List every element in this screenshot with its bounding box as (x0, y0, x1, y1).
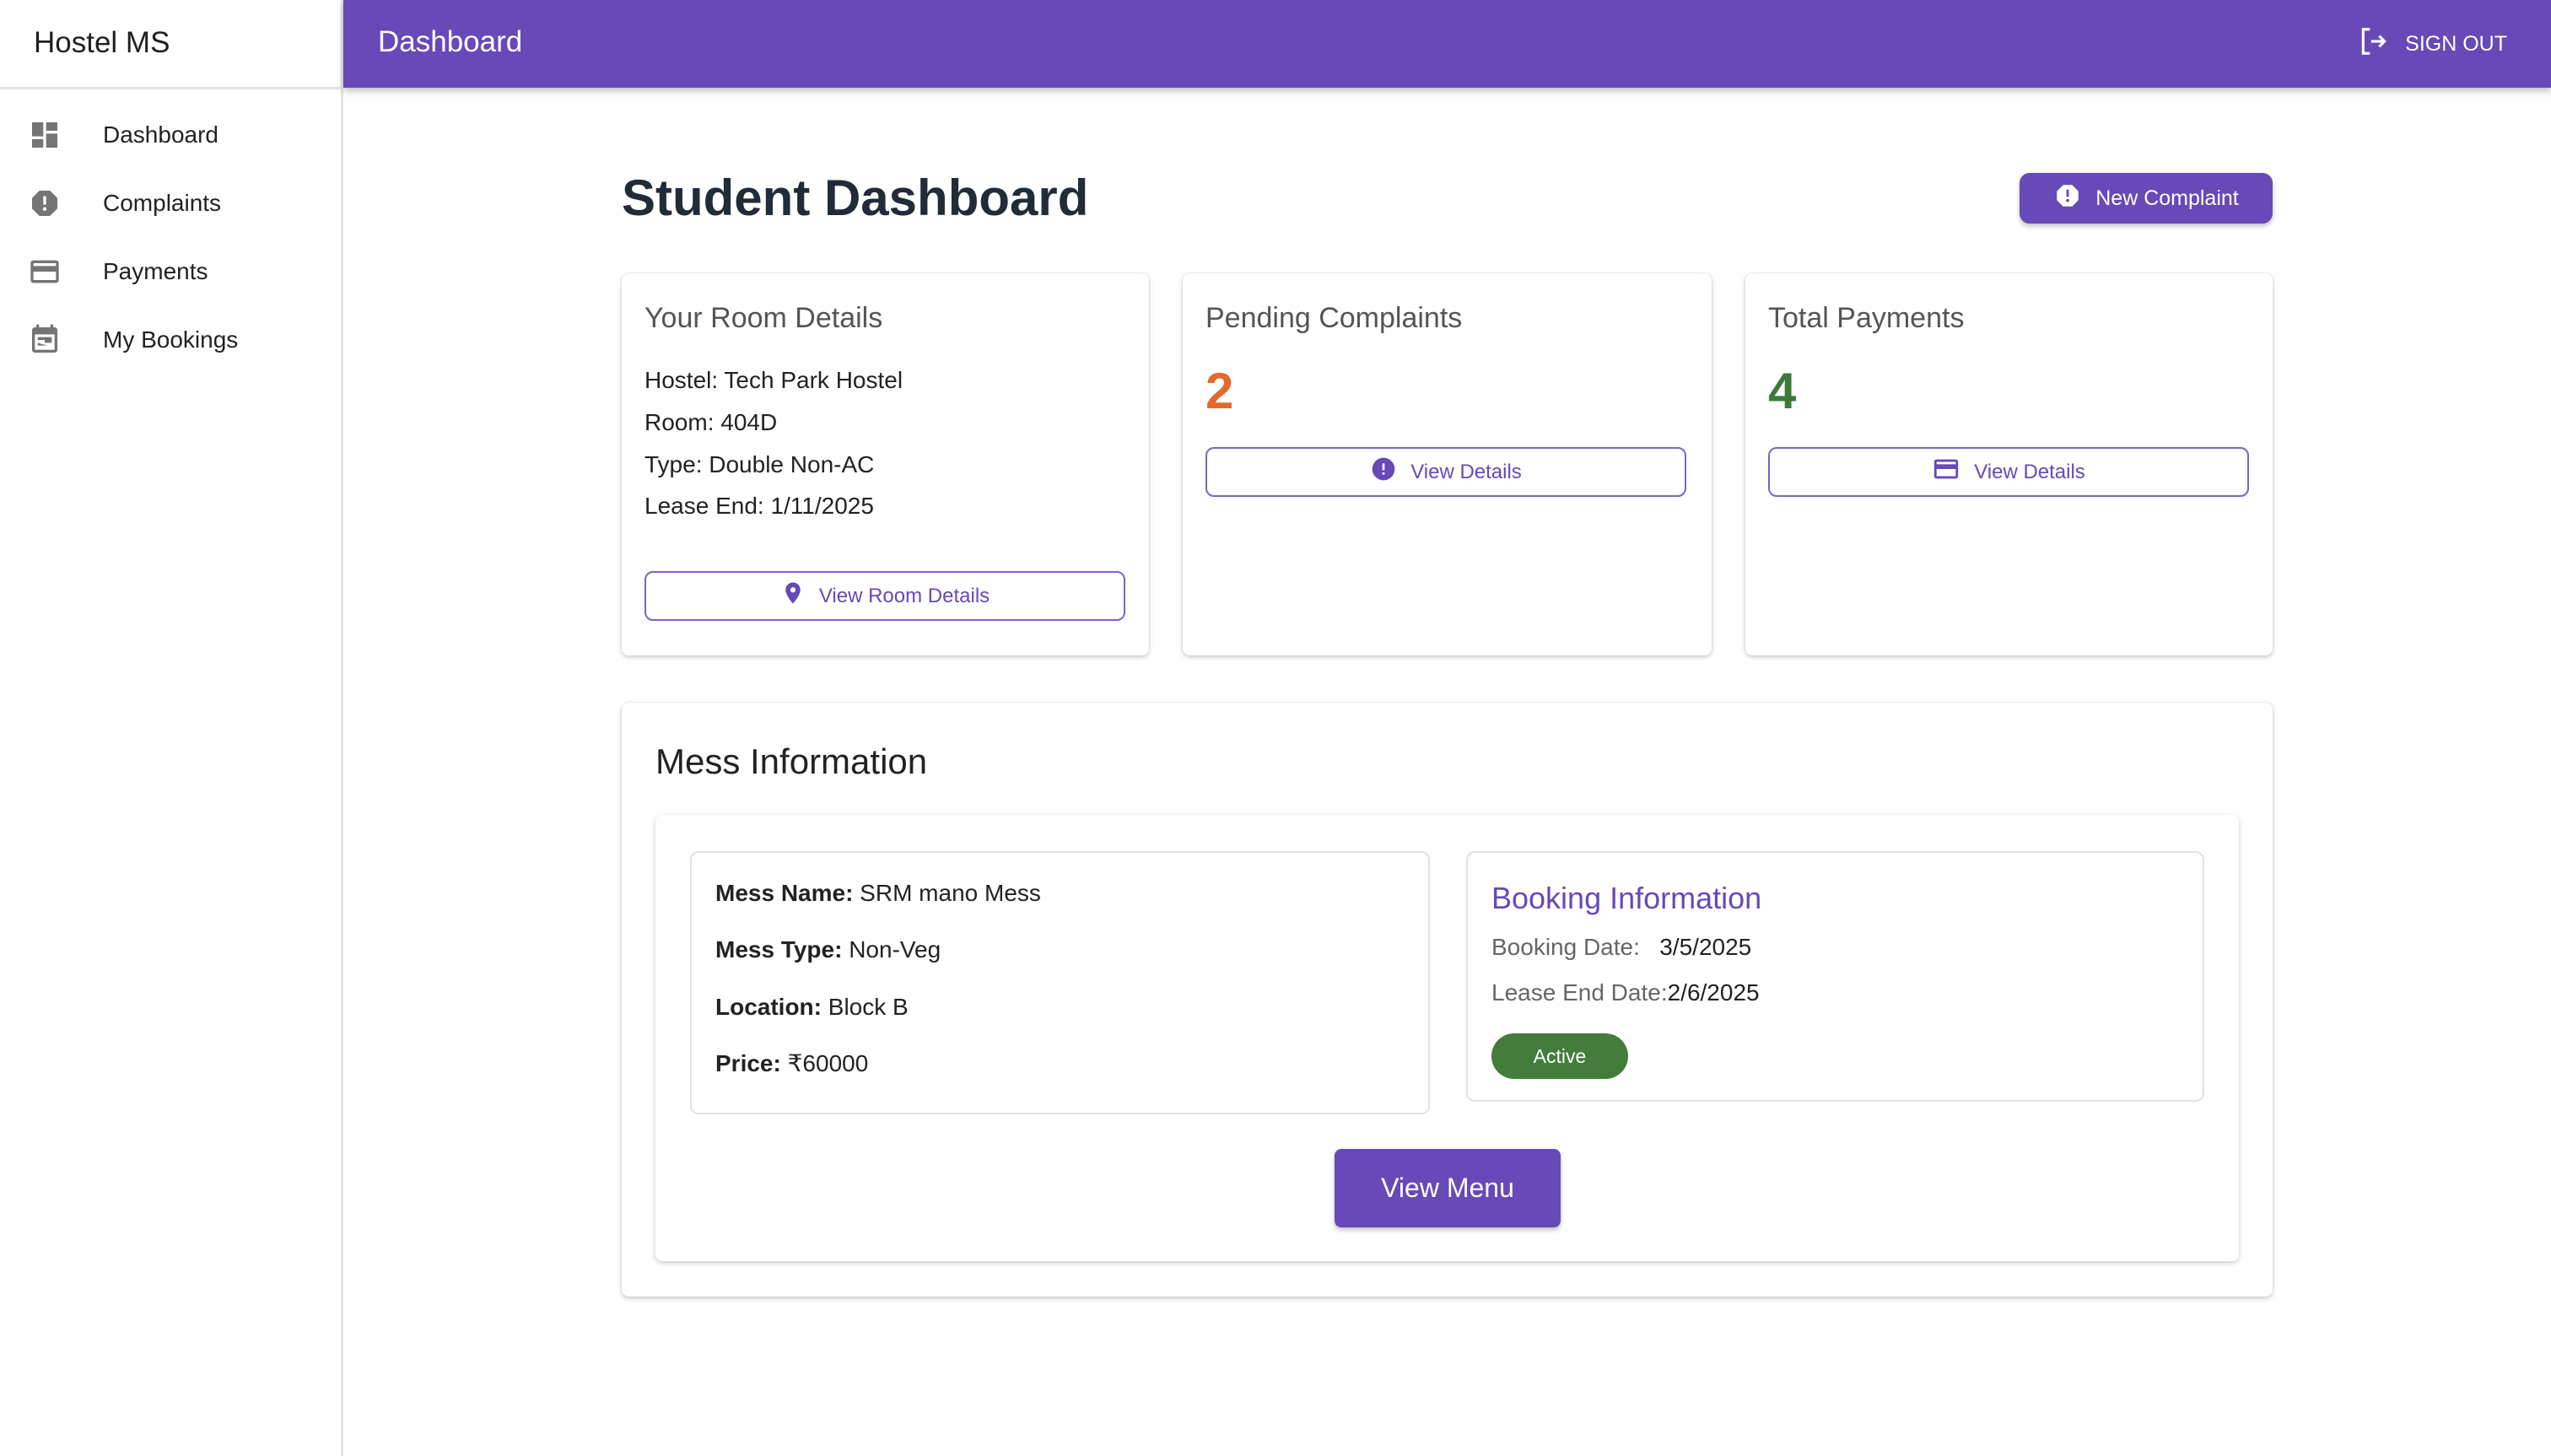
sidebar-item-label: Dashboard (103, 121, 218, 148)
view-complaints-button[interactable]: View Details (1205, 447, 1686, 497)
alert-octagon-icon (2053, 181, 2082, 216)
app-logo: Hostel MS (34, 26, 170, 59)
new-complaint-button[interactable]: New Complaint (2020, 173, 2273, 224)
button-label: View Details (1974, 460, 2085, 483)
room-hostel: Hostel: Tech Park Hostel (644, 367, 903, 393)
lease-end-date: Lease End Date:2/6/2025 (1491, 979, 1760, 1006)
location-pin-icon (780, 579, 806, 613)
card-title: Pending Complaints (1205, 302, 1463, 334)
card-title: Your Room Details (644, 302, 883, 334)
status-badge: Active (1491, 1033, 1628, 1079)
card-title: Total Payments (1768, 302, 1965, 334)
app-bar-title: Dashboard (378, 25, 523, 58)
mess-price: Price: ₹60000 (715, 1050, 869, 1076)
credit-card-icon (1932, 455, 1960, 489)
sign-out-button[interactable]: SIGN OUT (2358, 25, 2507, 62)
pending-complaints-card: Pending Complaints 2 View Details (1183, 273, 1712, 655)
mess-information-card: Mess Information Mess Name: SRM mano Mes… (622, 703, 2273, 1297)
app-bar: Dashboard SIGN OUT (343, 0, 2551, 88)
divider (0, 87, 343, 89)
sidebar-item-label: Complaints (103, 190, 222, 216)
room-lease-end: Lease End: 1/11/2025 (644, 493, 874, 519)
alert-octagon-icon (28, 186, 62, 220)
booking-information-box: Booking Information Booking Date: 3/5/20… (1466, 851, 2204, 1102)
sidebar-item-dashboard[interactable]: Dashboard (0, 101, 341, 169)
view-room-details-button[interactable]: View Room Details (644, 571, 1125, 621)
total-payments-count: 4 (1768, 363, 1797, 419)
new-complaint-label: New Complaint (2095, 186, 2239, 210)
sidebar-item-payments[interactable]: Payments (0, 238, 341, 305)
sidebar: Hostel MS Dashboard Complaints Payments … (0, 0, 343, 1456)
room-details-card: Your Room Details Hostel: Tech Park Host… (622, 273, 1149, 655)
page-title: Student Dashboard (622, 170, 1089, 226)
alert-circle-icon (1370, 456, 1397, 488)
sidebar-item-my-bookings[interactable]: My Bookings (0, 306, 341, 374)
booking-date: Booking Date: 3/5/2025 (1491, 934, 1752, 960)
button-label: View Room Details (818, 584, 990, 607)
dashboard-icon (28, 118, 62, 152)
room-number: Room: 404D (644, 409, 778, 435)
view-menu-button[interactable]: View Menu (1335, 1149, 1561, 1227)
sidebar-item-label: My Bookings (103, 326, 239, 353)
mess-inner-panel: Mess Name: SRM mano Mess Mess Type: Non-… (655, 815, 2239, 1261)
mess-name: Mess Name: SRM mano Mess (715, 880, 1041, 906)
room-type: Type: Double Non-AC (644, 451, 875, 477)
mess-type: Mess Type: Non-Veg (715, 936, 941, 963)
sidebar-item-complaints[interactable]: Complaints (0, 170, 341, 237)
sidebar-item-label: Payments (103, 258, 208, 284)
total-payments-card: Total Payments 4 View Details (1745, 273, 2273, 655)
calendar-icon (28, 323, 62, 357)
mess-location: Location: Block B (715, 994, 909, 1020)
logout-icon (2358, 25, 2390, 63)
credit-card-icon (28, 255, 62, 289)
button-label: View Details (1410, 460, 1522, 483)
mess-title: Mess Information (655, 741, 928, 781)
mess-details-box: Mess Name: SRM mano Mess Mess Type: Non-… (690, 851, 1430, 1114)
booking-title: Booking Information (1491, 881, 1762, 915)
pending-complaints-count: 2 (1205, 363, 1234, 419)
sign-out-label: SIGN OUT (2405, 31, 2507, 56)
view-payments-button[interactable]: View Details (1768, 447, 2249, 497)
